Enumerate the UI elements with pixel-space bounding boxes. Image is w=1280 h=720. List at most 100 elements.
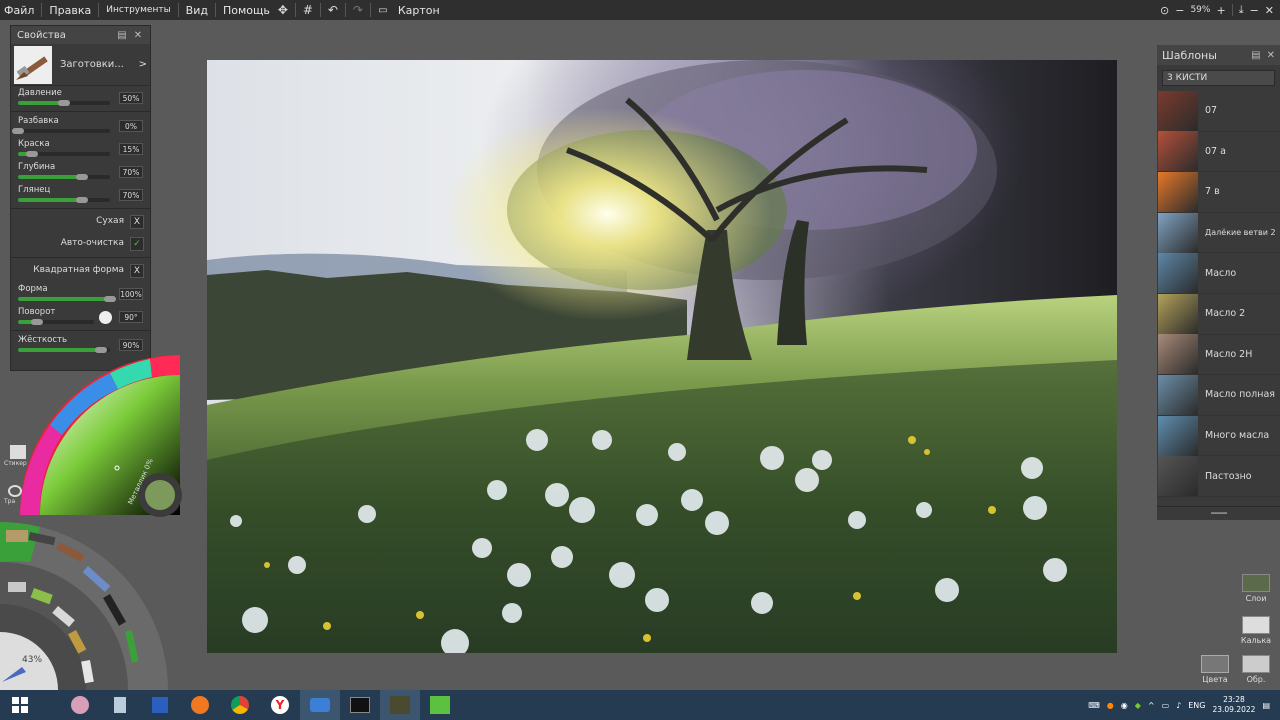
menu-tools[interactable]: Инструменты [102,5,174,15]
redo-icon[interactable]: ↷ [349,2,367,18]
hardness-track[interactable] [18,347,110,353]
paint-knob[interactable] [25,151,38,157]
menu-file[interactable]: Файл [0,4,38,17]
move-icon[interactable]: ✥ [274,2,292,18]
paint-value[interactable]: 15% [119,143,143,155]
dry-toggle[interactable]: Сухая X [11,211,150,233]
zoom-in-icon[interactable]: + [1216,4,1225,17]
pressure-slider[interactable]: Давление 50% [11,86,150,109]
rotation-dial-icon[interactable] [99,311,112,324]
yandex-icon[interactable]: Y [260,690,300,720]
menu-help[interactable]: Помощь [219,4,274,17]
paint-track[interactable] [18,151,110,157]
firefox-icon[interactable] [180,690,220,720]
menu-edit[interactable]: Правка [45,4,95,17]
gloss-track[interactable] [18,197,110,203]
rotation-knob[interactable] [31,319,43,325]
nvidia-icon[interactable]: ◆ [1135,701,1141,710]
shape-knob[interactable] [104,296,116,302]
keyboard-icon[interactable]: ⌨ [1088,701,1100,710]
gloss-knob[interactable] [76,197,89,203]
hardness-slider[interactable]: Жёсткость 90% [11,333,150,356]
thinning-slider[interactable]: Разбавка 0% [11,114,150,137]
resize-grip[interactable] [1157,506,1280,520]
thinning-value[interactable]: 0% [119,120,143,132]
pressure-knob[interactable] [58,100,70,106]
square-toggle[interactable]: Квадратная форма X [11,260,150,282]
rotation-slider[interactable]: Поворот 90° [11,305,150,328]
zoom-out-icon[interactable]: − [1175,4,1184,17]
menu-view[interactable]: Вид [182,4,212,17]
gloss-slider[interactable]: Глянец 70% [11,183,150,206]
gloss-value[interactable]: 70% [119,189,143,201]
template-item[interactable]: Пастозно [1157,456,1280,497]
shape-slider[interactable]: Форма 100% [11,282,150,305]
notifications-icon[interactable]: ▤ [1262,701,1270,710]
pressure-value[interactable]: 50% [119,92,143,104]
template-item[interactable]: 07 [1157,90,1280,132]
artrage-icon[interactable] [380,690,420,720]
shape-value[interactable]: 100% [119,288,143,300]
save-app-icon[interactable] [140,690,180,720]
template-item[interactable]: 7 в [1157,171,1280,213]
pressure-track[interactable] [18,100,110,106]
template-item[interactable]: Много масла [1157,415,1280,457]
close-icon[interactable]: ✕ [132,30,144,41]
grid-icon[interactable]: # [299,2,317,18]
language-indicator[interactable]: ENG [1188,701,1205,710]
depth-value[interactable]: 70% [119,166,143,178]
sticker-button[interactable]: Стикер [4,445,32,467]
painting-canvas[interactable] [207,60,1117,653]
hardness-value[interactable]: 90% [119,339,143,351]
hardness-knob[interactable] [94,347,107,353]
template-item[interactable]: Масло 2 [1157,293,1280,335]
media-app-icon[interactable] [340,690,380,720]
template-item[interactable]: 07 а [1157,131,1280,173]
close-icon[interactable]: ✕ [1265,4,1274,17]
calculator-icon[interactable] [100,690,140,720]
template-item[interactable]: Масло полная [1157,374,1280,416]
pin-icon[interactable]: ▤ [116,30,128,41]
depth-track[interactable] [18,174,110,180]
depth-slider[interactable]: Глубина 70% [11,160,150,183]
fit-icon[interactable]: ⊙ [1160,4,1169,17]
rotation-value[interactable]: 90° [119,311,143,323]
dry-checkbox[interactable]: X [130,215,144,229]
camtasia-icon[interactable] [420,690,460,720]
save-icon[interactable]: ⤓ [1239,3,1244,17]
chrome-icon[interactable] [220,690,260,720]
autoclean-toggle[interactable]: Авто-очистка ✓ [11,233,150,255]
colors-button[interactable]: Цвета [1198,655,1232,689]
clock[interactable]: 23:28 23.09.2022 [1212,695,1255,715]
pin-icon[interactable]: ▤ [1251,50,1260,61]
undo-icon[interactable]: ↶ [324,2,342,18]
thinning-track[interactable] [12,128,110,134]
template-set-select[interactable]: 3 КИСТИ [1162,70,1275,86]
close-icon[interactable]: ✕ [1267,50,1275,61]
color-picker[interactable]: Металлик 0% Стикер Тра [0,355,185,520]
thinning-knob[interactable] [12,128,24,134]
hidden-icons-icon[interactable]: ^ [1148,701,1155,710]
image-button[interactable]: Обр. [1239,655,1273,689]
volume-icon[interactable]: ♪ [1176,701,1181,710]
shape-track[interactable] [18,296,116,302]
tray-app-icon[interactable]: ◉ [1121,701,1128,710]
trace-button[interactable]: Тра [4,485,32,505]
start-button[interactable] [0,690,40,720]
preset-selector[interactable]: Заготовки... > [11,44,150,86]
autoclean-checkbox[interactable]: ✓ [130,237,144,251]
rotation-track[interactable] [18,319,94,325]
depth-knob[interactable] [76,174,89,180]
network-icon[interactable]: ▭ [1162,701,1170,710]
paint-slider[interactable]: Краска 15% [11,137,150,160]
tool-rack[interactable]: 43% [0,522,170,690]
square-checkbox[interactable]: X [130,264,144,278]
app-icon[interactable] [300,690,340,720]
template-item[interactable]: Масло [1157,253,1280,294]
layers-button[interactable]: Слои [1239,574,1273,608]
template-item[interactable]: Далёкие ветви 2 [1157,212,1280,254]
minimize-icon[interactable]: − [1250,4,1259,17]
tracing-button[interactable]: Калька [1239,616,1273,650]
tray-app-icon[interactable]: ● [1107,701,1114,710]
paint-app-icon[interactable] [60,690,100,720]
